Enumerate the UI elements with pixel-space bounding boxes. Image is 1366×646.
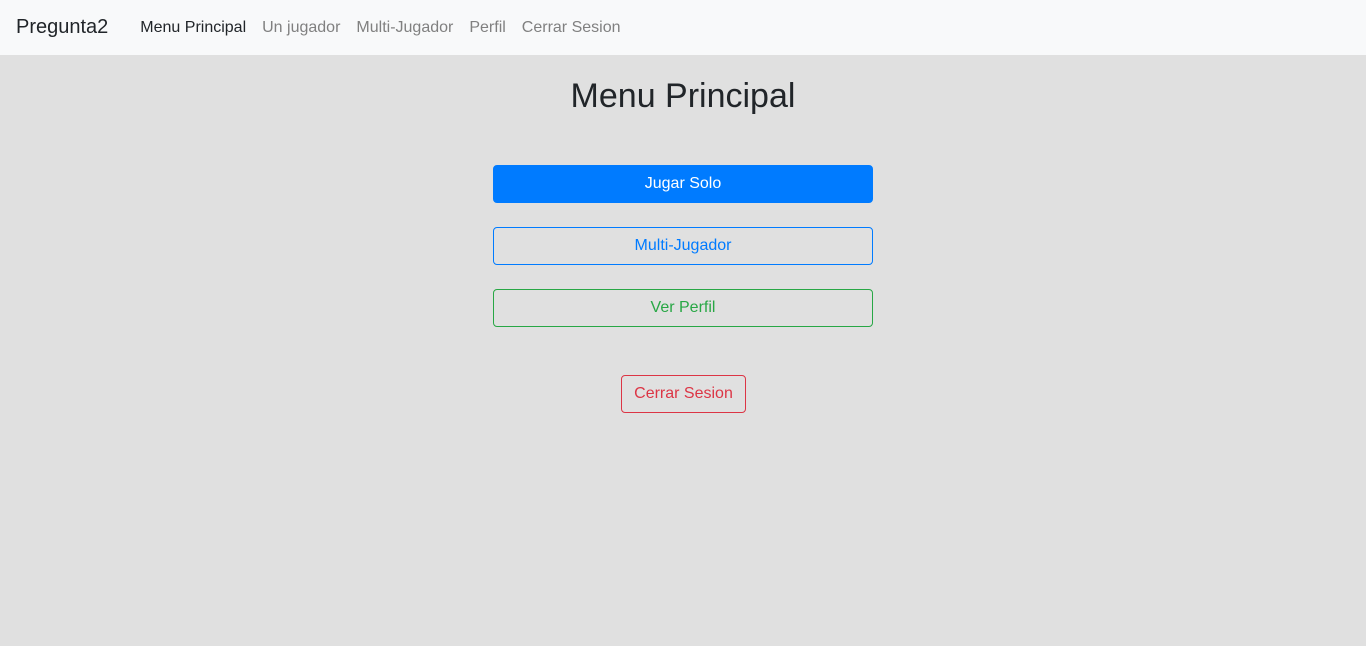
multiplayer-button[interactable]: Multi-Jugador	[493, 227, 873, 265]
main-content: Menu Principal Jugar Solo Multi-Jugador …	[0, 55, 1366, 646]
navbar-brand[interactable]: Pregunta2	[16, 16, 108, 39]
view-profile-button[interactable]: Ver Perfil	[493, 289, 873, 327]
nav-link-perfil[interactable]: Perfil	[461, 19, 513, 37]
nav-link-cerrar-sesion[interactable]: Cerrar Sesion	[514, 19, 629, 37]
nav-link-multi-jugador[interactable]: Multi-Jugador	[348, 19, 461, 37]
page-title: Menu Principal	[570, 77, 796, 115]
top-navbar: Pregunta2 Menu Principal Un jugador Mult…	[0, 0, 1366, 55]
nav-link-un-jugador[interactable]: Un jugador	[254, 19, 348, 37]
logout-button[interactable]: Cerrar Sesion	[621, 375, 746, 413]
play-solo-button[interactable]: Jugar Solo	[493, 165, 873, 203]
nav-link-menu-principal[interactable]: Menu Principal	[132, 19, 254, 37]
